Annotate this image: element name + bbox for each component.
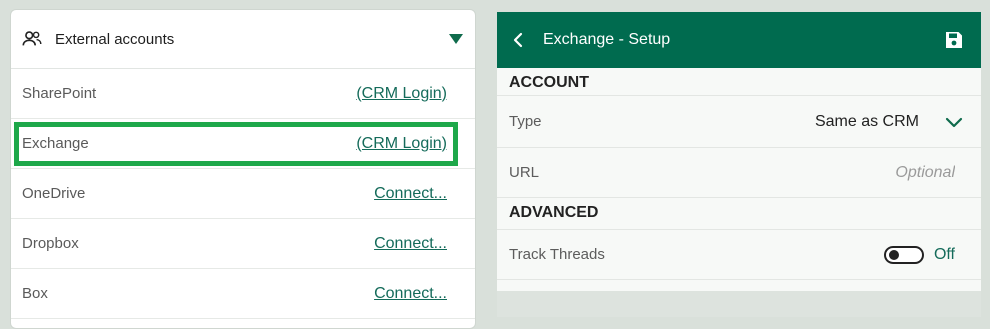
track-threads-field: Track Threads Off <box>497 230 981 280</box>
exchange-setup-panel: Exchange - Setup ACCOUNT Type Same as CR… <box>497 12 981 317</box>
account-row-onedrive: OneDrive Connect... <box>11 169 475 219</box>
advanced-section-heading: ADVANCED <box>497 198 981 230</box>
toggle-state-text: Off <box>933 245 955 263</box>
type-selected-value: Same as CRM <box>814 112 919 130</box>
toggle-knob <box>888 249 899 260</box>
account-row-sharepoint: SharePoint (CRM Login) <box>11 69 475 119</box>
account-row-dropbox: Dropbox Connect... <box>11 219 475 269</box>
type-field: Type Same as CRM <box>497 96 981 148</box>
account-action-link[interactable]: (CRM Login) <box>356 135 447 153</box>
toggle-switch[interactable] <box>883 245 924 264</box>
type-dropdown[interactable]: Same as CRM <box>814 112 963 131</box>
track-threads-label: Track Threads <box>509 246 605 263</box>
account-action-link[interactable]: (CRM Login) <box>356 85 447 103</box>
track-threads-toggle[interactable]: Off <box>883 245 955 264</box>
triangle-down-icon[interactable] <box>449 34 463 44</box>
people-icon <box>22 31 42 46</box>
account-name: OneDrive <box>22 185 86 202</box>
panel-title: External accounts <box>55 30 175 48</box>
chevron-left-icon[interactable] <box>509 30 529 50</box>
type-label: Type <box>509 113 542 130</box>
url-input[interactable] <box>753 162 957 183</box>
account-action-link[interactable]: Connect... <box>374 285 447 303</box>
setup-title: Exchange - Setup <box>543 31 671 48</box>
account-section-heading: ACCOUNT <box>497 68 981 96</box>
account-row-box: Box Connect... <box>11 269 475 319</box>
external-accounts-header[interactable]: External accounts <box>11 10 475 69</box>
account-name: Exchange <box>22 135 89 152</box>
url-field: URL <box>497 148 981 198</box>
external-accounts-panel: External accounts SharePoint (CRM Login)… <box>10 9 476 329</box>
save-icon[interactable] <box>945 31 963 49</box>
account-name: Box <box>22 285 48 302</box>
setup-topbar: Exchange - Setup <box>497 12 981 68</box>
account-action-link[interactable]: Connect... <box>374 235 447 253</box>
account-name: Dropbox <box>22 235 79 252</box>
account-name: SharePoint <box>22 85 97 102</box>
account-action-link[interactable]: Connect... <box>374 185 447 203</box>
url-label: URL <box>509 164 540 181</box>
account-row-exchange[interactable]: Exchange (CRM Login) <box>11 119 475 169</box>
panel-footer <box>497 291 981 317</box>
chevron-down-icon <box>945 117 963 127</box>
